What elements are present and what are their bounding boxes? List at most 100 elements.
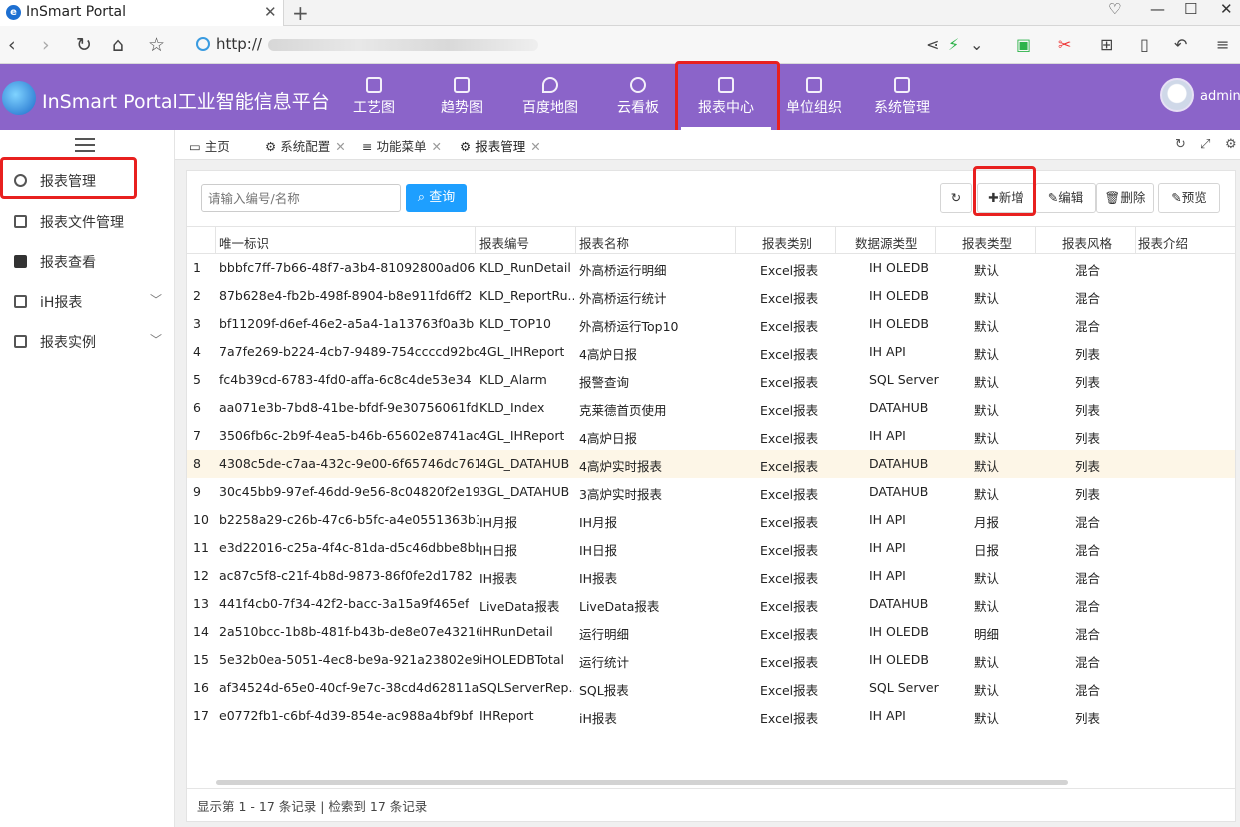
minimize-icon[interactable]: — bbox=[1150, 0, 1165, 18]
menu-icon[interactable]: ≡ bbox=[1216, 35, 1229, 54]
refresh-button[interactable]: ↻ bbox=[940, 183, 972, 213]
browser-tab[interactable]: e InSmart Portal ✕ bbox=[0, 0, 284, 26]
table-row[interactable]: 17 e0772fb1-c6bf-4d39-854e-ac988a4bf9bf IH… bbox=[187, 702, 1235, 730]
table-cell: SQL Server bbox=[869, 372, 939, 387]
table-cell: 2a510bcc-1b8b-481f-b43b-de8e07e43216 bbox=[219, 624, 479, 639]
table-row[interactable]: 11 e3d22016-c25a-4f4c-81da-d5c46dbbe8bb IH… bbox=[187, 534, 1235, 562]
table-row[interactable]: 15 5e32b0ea-5051-4ec8-be9a-921a23802e99 iH… bbox=[187, 646, 1235, 674]
shirt-icon[interactable]: ♡ bbox=[1108, 0, 1121, 18]
sidebar-item-report-instance[interactable]: 报表实例 ﹀ bbox=[0, 321, 175, 361]
table-cell: 4高炉实时报表 bbox=[579, 459, 662, 474]
close-window-icon[interactable]: ✕ bbox=[1220, 0, 1233, 18]
share-icon[interactable]: ⋖ bbox=[926, 35, 939, 54]
home-icon[interactable]: ⌂ bbox=[112, 34, 124, 56]
tab-function-menu[interactable]: ≡ 功能菜单 ✕ bbox=[362, 136, 442, 155]
chevron-down-icon[interactable]: ﹀ bbox=[150, 331, 162, 348]
avatar[interactable] bbox=[1160, 78, 1194, 112]
table-cell: IH API bbox=[869, 428, 906, 443]
table-cell: 默认 bbox=[974, 319, 1000, 334]
nav-label: 单位组织 bbox=[786, 100, 842, 116]
forward-icon[interactable]: › bbox=[42, 34, 50, 56]
table-row[interactable]: 4 7a7fe269-b224-4cb7-9489-754ccccd92bd 4GL… bbox=[187, 338, 1235, 366]
sidebar-item-label: iH报表 bbox=[40, 295, 83, 311]
table-row[interactable]: 13 441f4cb0-7f34-42f2-bacc-3a15a9f465ef Li… bbox=[187, 590, 1235, 618]
table-cell: 9 bbox=[193, 484, 201, 499]
star-icon[interactable]: ☆ bbox=[148, 34, 165, 56]
table-cell: 87b628e4-fb2b-498f-8904-b8e911fd6ff2 bbox=[219, 288, 473, 303]
chevron-down-icon[interactable]: ﹀ bbox=[150, 291, 162, 308]
table-cell: 3 bbox=[193, 316, 201, 331]
table-row[interactable]: 7 3506fb6c-2b9f-4ea5-b46b-65602e8741ad 4GL… bbox=[187, 422, 1235, 450]
column-header-report-type[interactable]: 报表类型 bbox=[962, 233, 1012, 252]
back-icon[interactable]: ‹ bbox=[8, 34, 16, 56]
fullscreen-icon[interactable]: ⤢ bbox=[1200, 137, 1210, 152]
chevron-down-icon[interactable]: ⌄ bbox=[970, 35, 983, 54]
undo-icon[interactable]: ↶ bbox=[1174, 35, 1187, 54]
close-icon[interactable]: ✕ bbox=[335, 139, 345, 154]
scissors-icon[interactable]: ✂ bbox=[1058, 35, 1071, 54]
table-row[interactable]: 6 aa071e3b-7bd8-41be-bfdf-9e30756061fd KLD… bbox=[187, 394, 1235, 422]
table-cell: iHRunDetail bbox=[479, 624, 553, 639]
table-cell: 3高炉实时报表 bbox=[579, 487, 662, 502]
nav-organization[interactable]: 单位组织 bbox=[769, 64, 859, 130]
search-input[interactable] bbox=[201, 184, 401, 212]
sidebar-item-ih-report[interactable]: iH报表 ﹀ bbox=[0, 281, 175, 321]
nav-process-diagram[interactable]: 工艺图 bbox=[329, 64, 419, 130]
sidebar-item-label: 报表文件管理 bbox=[40, 215, 124, 231]
column-header-code[interactable]: 报表编号 bbox=[479, 233, 529, 252]
nav-trend[interactable]: 趋势图 bbox=[417, 64, 507, 130]
phone-icon[interactable]: ▯ bbox=[1140, 35, 1149, 54]
translate-icon[interactable]: ▣ bbox=[1016, 35, 1031, 54]
table-row[interactable]: 2 87b628e4-fb2b-498f-8904-b8e911fd6ff2 KLD… bbox=[187, 282, 1235, 310]
close-icon[interactable]: ✕ bbox=[431, 139, 441, 154]
table-cell: 列表 bbox=[1075, 459, 1101, 474]
column-header-name[interactable]: 报表名称 bbox=[579, 233, 629, 252]
table-cell: 日报 bbox=[974, 543, 1000, 558]
search-icon: ⌕ bbox=[417, 190, 430, 205]
horizontal-scrollbar[interactable] bbox=[216, 780, 1068, 785]
column-header-category[interactable]: 报表类别 bbox=[762, 233, 812, 252]
close-tab-icon[interactable]: ✕ bbox=[264, 3, 277, 21]
table-row[interactable]: 9 30c45bb9-97ef-46dd-9e56-8c04820f2e19 3GL… bbox=[187, 478, 1235, 506]
nav-baidu-map[interactable]: 百度地图 bbox=[505, 64, 595, 130]
column-header-id[interactable]: 唯一标识 bbox=[219, 233, 269, 252]
table-row[interactable]: 10 b2258a29-c26b-47c6-b5fc-a4e0551363b3 IH… bbox=[187, 506, 1235, 534]
table-row[interactable]: 3 bf11209f-d6ef-46e2-a5a4-1a13763f0a3b KLD… bbox=[187, 310, 1235, 338]
table-row[interactable]: 1 bbbfc7ff-7b66-48f7-a3b4-81092800ad06 KLD… bbox=[187, 254, 1235, 282]
sidebar-item-report-view[interactable]: 报表查看 bbox=[0, 241, 175, 281]
sidebar-item-report-file-management[interactable]: 报表文件管理 bbox=[0, 201, 175, 241]
tab-system-config[interactable]: ⚙ 系统配置 ✕ bbox=[265, 136, 346, 155]
reload-icon[interactable]: ↻ bbox=[76, 34, 92, 56]
new-tab-icon[interactable]: + bbox=[292, 1, 309, 25]
table-row[interactable]: 8 4308c5de-c7aa-432c-9e00-6f65746dc761 4GL… bbox=[187, 450, 1235, 478]
column-header-datasource[interactable]: 数据源类型 bbox=[855, 233, 918, 252]
column-header-intro[interactable]: 报表介绍 bbox=[1138, 233, 1188, 252]
close-icon[interactable]: ✕ bbox=[530, 139, 540, 154]
tab-home[interactable]: ▭ 主页 bbox=[189, 136, 230, 155]
query-button[interactable]: ⌕ 查询 bbox=[406, 184, 467, 212]
table-row[interactable]: 16 af34524d-65e0-40cf-9e7c-38cd4d62811a SQ… bbox=[187, 674, 1235, 702]
nav-cloud-board[interactable]: 云看板 bbox=[593, 64, 683, 130]
delete-button[interactable]: 🗑删除 bbox=[1096, 183, 1154, 213]
sidebar-toggle-icon[interactable] bbox=[75, 138, 95, 152]
url-field[interactable]: http:// bbox=[188, 34, 908, 56]
grid-icon[interactable]: ⊞ bbox=[1100, 35, 1113, 54]
doc-icon bbox=[14, 335, 27, 348]
maximize-icon[interactable]: ☐ bbox=[1184, 0, 1197, 18]
table-row[interactable]: 12 ac87c5f8-c21f-4b8d-9873-86f0fe2d1782 IH… bbox=[187, 562, 1235, 590]
preview-button[interactable]: ✎预览 bbox=[1158, 183, 1220, 213]
edit-button[interactable]: ✎编辑 bbox=[1035, 183, 1096, 213]
user-name[interactable]: admin bbox=[1200, 89, 1240, 104]
tab-report-management[interactable]: ⚙ 报表管理 ✕ bbox=[460, 136, 541, 163]
monitor-icon: ▭ bbox=[189, 139, 205, 154]
browser-tabbar: e InSmart Portal ✕ + ♡ — ☐ ✕ bbox=[0, 0, 1240, 26]
column-header-style[interactable]: 报表风格 bbox=[1062, 233, 1112, 252]
table-row[interactable]: 14 2a510bcc-1b8b-481f-b43b-de8e07e43216 iH… bbox=[187, 618, 1235, 646]
table-cell: 16 bbox=[193, 680, 209, 695]
nav-system-management[interactable]: 系统管理 bbox=[857, 64, 947, 130]
table-cell: 外高桥运行明细 bbox=[579, 263, 667, 278]
gear-icon[interactable]: ⚙ bbox=[1225, 137, 1237, 152]
bolt-icon[interactable]: ⚡ bbox=[948, 35, 959, 54]
table-row[interactable]: 5 fc4b39cd-6783-4fd0-affa-6c8c4de53e34 KLD… bbox=[187, 366, 1235, 394]
refresh-icon[interactable]: ↻ bbox=[1175, 137, 1186, 152]
